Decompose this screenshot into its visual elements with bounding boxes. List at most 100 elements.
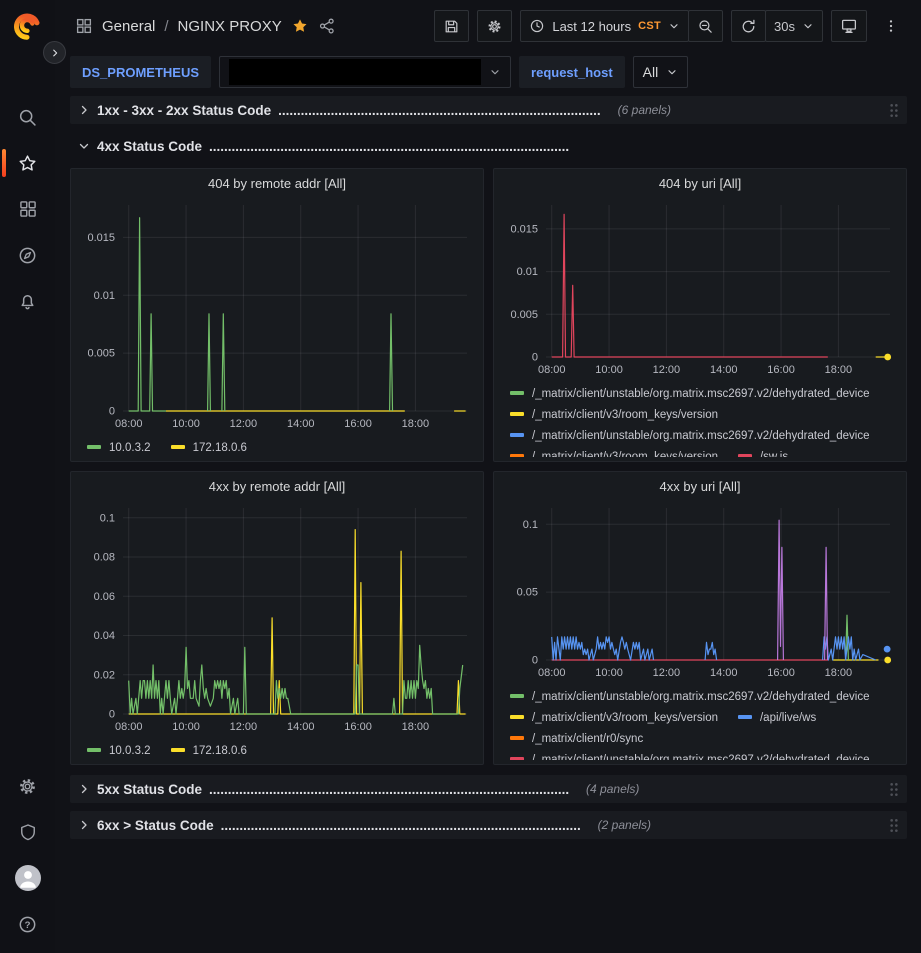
panel-title[interactable]: 404 by uri [All] xyxy=(494,169,906,197)
svg-text:0.015: 0.015 xyxy=(510,223,538,235)
row-drag-handle-icon[interactable] xyxy=(889,782,899,797)
row-drag-handle-icon[interactable] xyxy=(889,818,899,833)
chevron-down-icon xyxy=(666,66,678,78)
legend-item[interactable]: /api/live/ws xyxy=(738,712,816,724)
timeseries-chart[interactable]: 00.020.040.060.080.108:0010:0012:0014:00… xyxy=(77,500,477,737)
legend-label: /_matrix/client/r0/sync xyxy=(532,733,643,745)
svg-text:18:00: 18:00 xyxy=(825,364,853,376)
legend-swatch xyxy=(510,736,524,740)
refresh-interval-dropdown[interactable]: 30s xyxy=(765,10,823,42)
legend-label: /_matrix/client/unstable/org.matrix.msc2… xyxy=(532,430,870,442)
row-6xx[interactable]: 6xx > Status Code ......................… xyxy=(70,811,907,839)
panel-title[interactable]: 4xx by remote addr [All] xyxy=(71,472,483,500)
main-area: General / NGINX PROXY xyxy=(55,0,921,953)
legend-item[interactable]: /_matrix/client/unstable/org.matrix.msc2… xyxy=(510,691,870,703)
row-title: 1xx - 3xx - 2xx Status Code xyxy=(97,103,271,118)
breadcrumb-section[interactable]: General xyxy=(102,18,155,35)
server-admin-shield-icon xyxy=(18,822,38,843)
legend-swatch xyxy=(510,715,524,719)
legend-item[interactable]: /sw.js xyxy=(738,451,788,457)
panel: 4xx by uri [All]00.050.108:0010:0012:001… xyxy=(493,471,907,765)
grafana-logo[interactable] xyxy=(14,12,41,40)
legend-item[interactable]: /_matrix/client/unstable/org.matrix.msc2… xyxy=(510,388,870,400)
dashboard-canvas: 1xx - 3xx - 2xx Status Code ............… xyxy=(55,92,921,953)
refresh-interval-value: 30s xyxy=(774,19,795,34)
chevron-down-icon xyxy=(78,140,90,152)
panel-title[interactable]: 404 by remote addr [All] xyxy=(71,169,483,197)
explore-compass-icon xyxy=(17,245,38,266)
chart-svg: 00.050.108:0010:0012:0014:0016:0018:00 xyxy=(500,500,900,683)
breadcrumb-page-title: NGINX PROXY xyxy=(178,18,282,35)
time-range-picker[interactable]: Last 12 hours CST xyxy=(520,10,689,42)
svg-text:0: 0 xyxy=(532,655,538,667)
legend-item[interactable]: /_matrix/client/v3/room_keys/version xyxy=(510,712,718,724)
legend-item[interactable]: /_matrix/client/unstable/org.matrix.msc2… xyxy=(510,430,870,442)
apps-grid-icon xyxy=(75,17,93,35)
share-icon[interactable] xyxy=(318,17,336,35)
sidebar-item-alerting[interactable] xyxy=(0,278,55,324)
legend-swatch xyxy=(738,715,752,719)
legend-item[interactable]: /_matrix/client/unstable/org.matrix.msc2… xyxy=(510,754,870,760)
legend-swatch xyxy=(738,454,752,457)
row-drag-handle-icon[interactable] xyxy=(889,103,899,118)
variable-value-ds-prometheus[interactable] xyxy=(219,56,511,88)
favorite-star-icon[interactable] xyxy=(291,17,309,35)
dashboard-settings-button[interactable] xyxy=(477,10,512,42)
variable-value-request-host[interactable]: All xyxy=(633,56,689,88)
cycle-view-mode-button[interactable] xyxy=(831,10,867,42)
zoom-out-time-button[interactable] xyxy=(688,10,723,42)
row-1xx-3xx-2xx[interactable]: 1xx - 3xx - 2xx Status Code ............… xyxy=(70,96,907,124)
legend-item[interactable]: /_matrix/client/v3/room_keys/version xyxy=(510,451,718,457)
legend-label: /_matrix/client/unstable/org.matrix.msc2… xyxy=(532,691,870,703)
svg-text:10:00: 10:00 xyxy=(595,364,623,376)
row-title: 4xx Status Code xyxy=(97,139,202,154)
sidebar-item-profile[interactable] xyxy=(0,855,55,901)
chevron-down-icon xyxy=(668,20,680,32)
refresh-button[interactable] xyxy=(731,10,766,42)
chevron-down-icon xyxy=(802,20,814,32)
legend-item[interactable]: 172.18.0.6 xyxy=(171,745,247,757)
kebab-menu-icon xyxy=(883,18,899,34)
sidebar-item-server-admin[interactable] xyxy=(0,809,55,855)
svg-text:12:00: 12:00 xyxy=(230,721,258,733)
legend-item[interactable]: 10.0.3.2 xyxy=(87,745,151,757)
timeseries-chart[interactable]: 00.050.108:0010:0012:0014:0016:0018:00 xyxy=(500,500,900,683)
timeseries-chart[interactable]: 00.0050.010.01508:0010:0012:0014:0016:00… xyxy=(500,197,900,380)
panel-grid: 404 by remote addr [All]00.0050.010.0150… xyxy=(70,168,907,765)
legend-label: /_matrix/client/unstable/org.matrix.msc2… xyxy=(532,388,870,400)
row-title-dots: ........................................… xyxy=(221,818,581,833)
redacted-value xyxy=(229,59,481,85)
legend-item[interactable]: 10.0.3.2 xyxy=(87,442,151,454)
legend-item[interactable]: /_matrix/client/r0/sync xyxy=(510,733,643,745)
sidebar-item-search[interactable] xyxy=(0,94,55,140)
row-4xx[interactable]: 4xx Status Code ........................… xyxy=(70,132,907,160)
legend-label: 10.0.3.2 xyxy=(109,442,151,454)
breadcrumb: General / NGINX PROXY xyxy=(75,17,336,35)
panel: 404 by remote addr [All]00.0050.010.0150… xyxy=(70,168,484,462)
panel-title[interactable]: 4xx by uri [All] xyxy=(494,472,906,500)
more-options-kebab-button[interactable] xyxy=(875,10,907,42)
user-avatar xyxy=(15,865,41,891)
sidebar-item-settings[interactable] xyxy=(0,763,55,809)
sidebar-item-dashboards[interactable] xyxy=(0,186,55,232)
svg-text:14:00: 14:00 xyxy=(287,721,315,733)
legend-label: /_matrix/client/v3/room_keys/version xyxy=(532,409,718,421)
refresh-icon xyxy=(740,18,757,35)
legend-label: /_matrix/client/v3/room_keys/version xyxy=(532,451,718,457)
sidebar-item-starred[interactable] xyxy=(0,140,55,186)
expand-sidebar-button[interactable] xyxy=(43,41,66,64)
panel: 4xx by remote addr [All]00.020.040.060.0… xyxy=(70,471,484,765)
row-panel-count: (2 panels) xyxy=(598,818,651,832)
legend-item[interactable]: 172.18.0.6 xyxy=(171,442,247,454)
row-5xx[interactable]: 5xx Status Code ........................… xyxy=(70,775,907,803)
svg-text:14:00: 14:00 xyxy=(710,364,738,376)
sidebar-item-help[interactable]: ? xyxy=(0,901,55,947)
save-dashboard-button[interactable] xyxy=(434,10,469,42)
sidebar-item-explore[interactable] xyxy=(0,232,55,278)
timeseries-chart[interactable]: 00.0050.010.01508:0010:0012:0014:0016:00… xyxy=(77,197,477,434)
legend-item[interactable]: /_matrix/client/v3/room_keys/version xyxy=(510,409,718,421)
variable-label-request-host[interactable]: request_host xyxy=(519,56,625,88)
variable-label-ds-prometheus[interactable]: DS_PROMETHEUS xyxy=(70,56,211,88)
sidebar: ? xyxy=(0,0,55,953)
row-title-dots: ........................................… xyxy=(278,103,601,118)
